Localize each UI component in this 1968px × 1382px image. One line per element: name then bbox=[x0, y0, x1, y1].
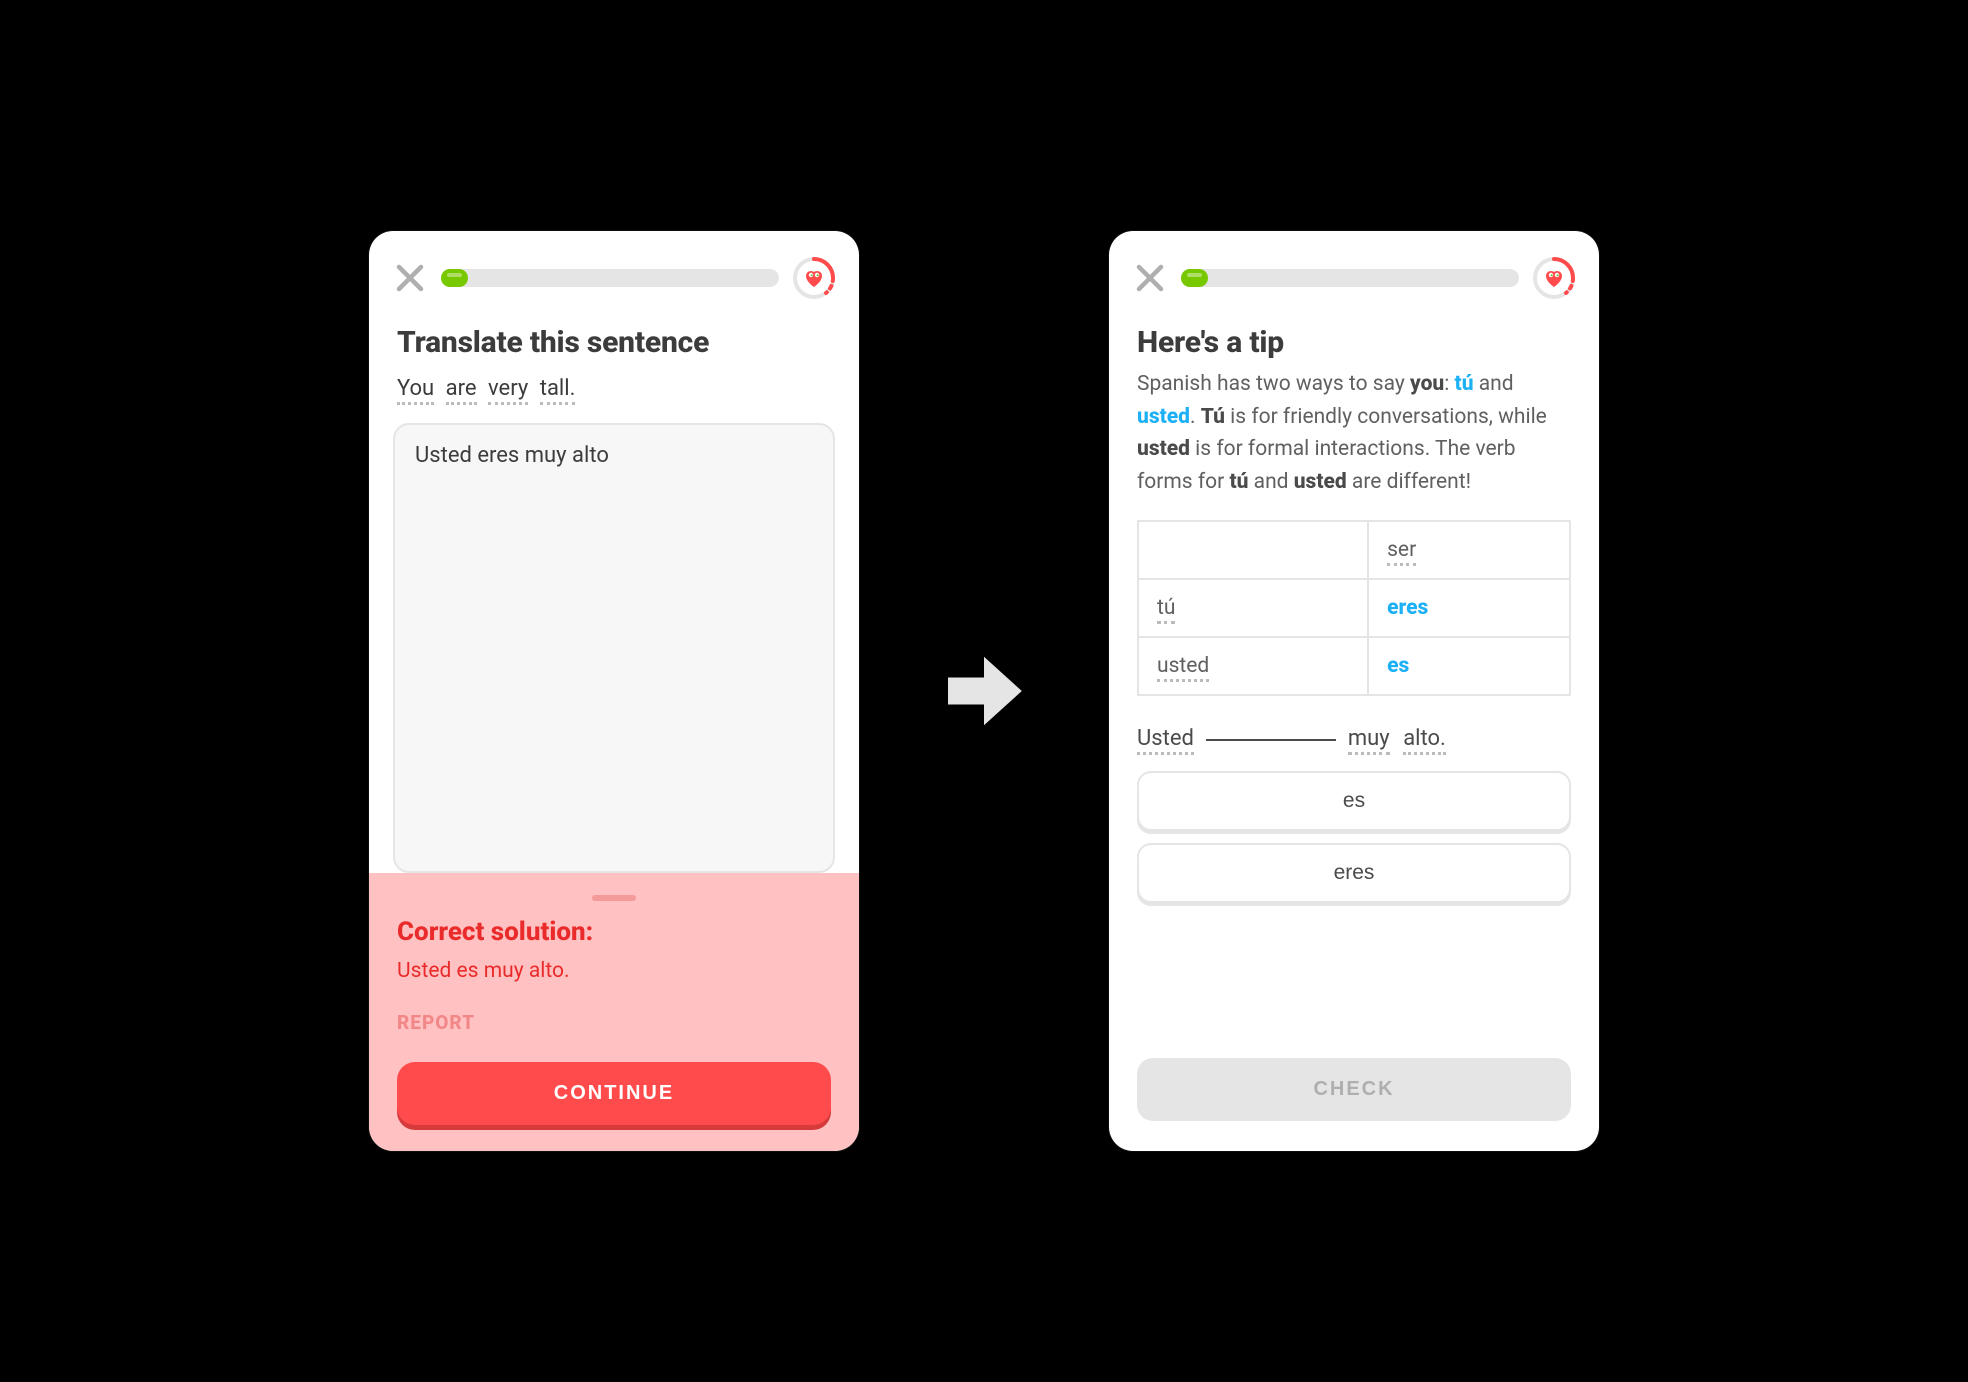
fill-word[interactable]: alto. bbox=[1403, 726, 1446, 755]
lesson-header bbox=[369, 231, 859, 307]
lesson-screen-translation: Translate this sentence You are very tal… bbox=[369, 231, 859, 1151]
fill-blank-sentence: Usted muy alto. bbox=[1109, 696, 1599, 765]
arrow-icon bbox=[939, 646, 1029, 736]
prompt-sentence: You are very tall. bbox=[369, 364, 859, 411]
table-header-verb[interactable]: ser bbox=[1387, 538, 1416, 566]
table-row: tú eres bbox=[1138, 579, 1570, 637]
drag-handle[interactable] bbox=[592, 895, 636, 901]
pronoun-cell[interactable]: tú bbox=[1157, 596, 1175, 624]
tip-title: Here's a tip bbox=[1109, 307, 1599, 364]
close-icon[interactable] bbox=[1133, 261, 1167, 295]
feedback-heading: Correct solution: bbox=[397, 917, 831, 947]
prompt-word[interactable]: very bbox=[488, 376, 528, 405]
option-button[interactable]: es bbox=[1137, 771, 1571, 831]
progress-bar bbox=[1181, 269, 1519, 287]
tip-paragraph: Spanish has two ways to say you: tú and … bbox=[1109, 364, 1599, 498]
fill-word[interactable]: Usted bbox=[1137, 726, 1194, 755]
feedback-panel: Correct solution: Usted es muy alto. REP… bbox=[369, 873, 859, 1151]
heart-icon bbox=[1541, 265, 1567, 291]
prompt-word[interactable]: tall. bbox=[540, 376, 576, 405]
exercise-title: Translate this sentence bbox=[369, 307, 859, 364]
progress-bar bbox=[441, 269, 779, 287]
table-row: usted es bbox=[1138, 637, 1570, 695]
table-row: ser bbox=[1138, 521, 1570, 579]
close-icon[interactable] bbox=[393, 261, 427, 295]
answer-input[interactable]: Usted eres muy alto bbox=[393, 423, 835, 873]
report-button[interactable]: REPORT bbox=[397, 1011, 831, 1034]
prompt-word[interactable]: are bbox=[446, 376, 477, 405]
fill-word[interactable]: muy bbox=[1348, 726, 1390, 755]
answer-options: es eres bbox=[1109, 765, 1599, 903]
check-button[interactable]: CHECK bbox=[1137, 1058, 1571, 1121]
correct-solution-text: Usted es muy alto. bbox=[397, 959, 831, 983]
lesson-header bbox=[1109, 231, 1599, 307]
pronoun-cell[interactable]: usted bbox=[1157, 654, 1209, 682]
option-button[interactable]: eres bbox=[1137, 843, 1571, 903]
conjugation-table: ser tú eres usted es bbox=[1137, 520, 1571, 696]
hearts-indicator[interactable] bbox=[1533, 257, 1575, 299]
hearts-indicator[interactable] bbox=[793, 257, 835, 299]
progress-fill bbox=[441, 269, 468, 287]
verb-form-cell: eres bbox=[1368, 579, 1570, 637]
progress-fill bbox=[1181, 269, 1208, 287]
prompt-word[interactable]: You bbox=[397, 376, 434, 405]
verb-form-cell: es bbox=[1368, 637, 1570, 695]
tip-screen: Here's a tip Spanish has two ways to say… bbox=[1109, 231, 1599, 1151]
blank-slot[interactable] bbox=[1206, 737, 1336, 741]
continue-button[interactable]: CONTINUE bbox=[397, 1062, 831, 1125]
heart-icon bbox=[801, 265, 827, 291]
